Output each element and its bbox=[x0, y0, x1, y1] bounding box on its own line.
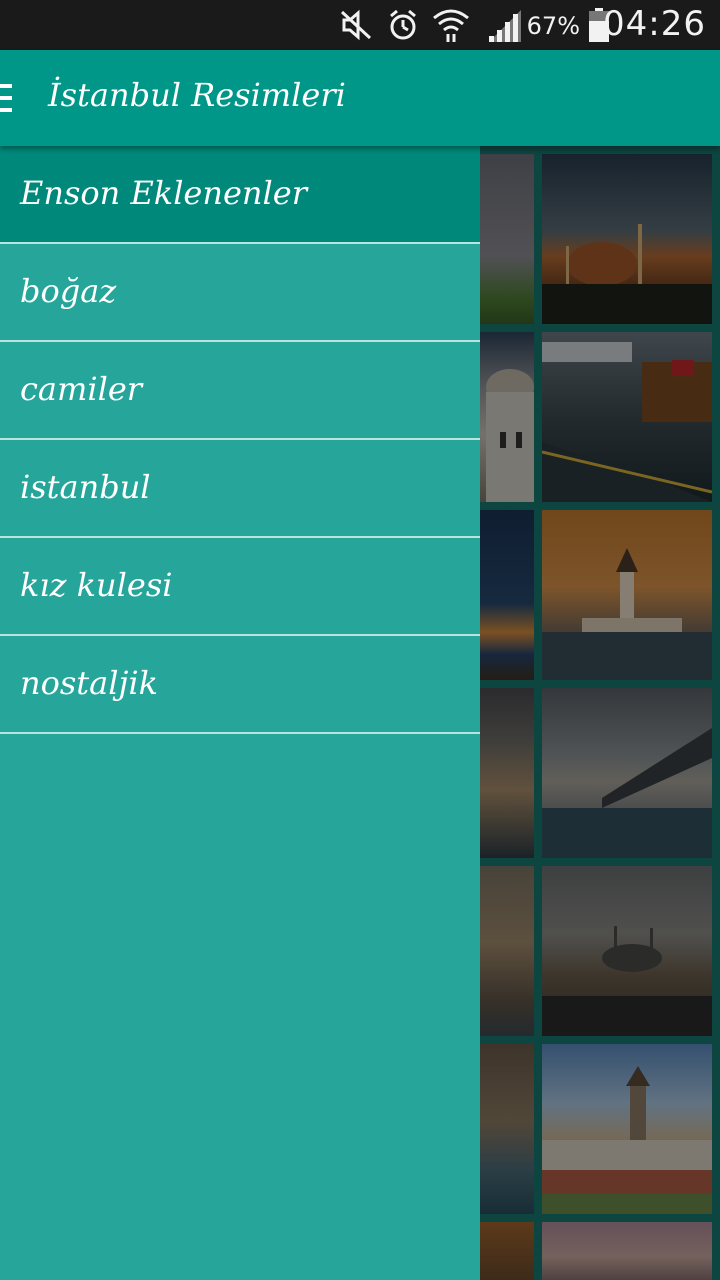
photo-thumbnail[interactable] bbox=[542, 154, 712, 324]
alarm-icon bbox=[390, 9, 416, 40]
drawer-item-label: kız kulesi bbox=[20, 566, 173, 604]
photo-thumbnail[interactable] bbox=[480, 866, 534, 1036]
drawer-item-label: Enson Eklenenler bbox=[20, 174, 307, 212]
mute-icon bbox=[340, 9, 372, 41]
photo-grid bbox=[480, 146, 720, 1280]
hamburger-menu-icon[interactable] bbox=[0, 82, 12, 114]
photo-thumbnail[interactable] bbox=[542, 1222, 712, 1280]
drawer-item-kiz-kulesi[interactable]: kız kulesi bbox=[0, 538, 480, 636]
photo-thumbnail[interactable] bbox=[480, 154, 534, 324]
battery-percent: 67% bbox=[526, 12, 580, 40]
drawer-item-nostaljik[interactable]: nostaljik bbox=[0, 636, 480, 734]
drawer-item-label: nostaljik bbox=[20, 664, 159, 702]
drawer-item-bogaz[interactable]: boğaz bbox=[0, 244, 480, 342]
app-title: İstanbul Resimleri bbox=[48, 76, 346, 114]
photo-thumbnail[interactable] bbox=[480, 332, 534, 502]
photo-thumbnail[interactable] bbox=[480, 1222, 534, 1280]
drawer-item-label: istanbul bbox=[20, 468, 151, 506]
drawer-item-enson-eklenenler[interactable]: Enson Eklenenler bbox=[0, 146, 480, 244]
photo-thumbnail[interactable] bbox=[542, 866, 712, 1036]
clock: 04:26 bbox=[603, 4, 706, 44]
photo-thumbnail[interactable] bbox=[480, 688, 534, 858]
status-bar: 67% 04:26 bbox=[0, 0, 720, 50]
drawer-item-label: camiler bbox=[20, 370, 143, 408]
drawer-item-label: boğaz bbox=[20, 272, 117, 310]
photo-thumbnail[interactable] bbox=[542, 1044, 712, 1214]
photo-thumbnail[interactable] bbox=[480, 1044, 534, 1214]
photo-thumbnail[interactable] bbox=[542, 510, 712, 680]
app-bar: İstanbul Resimleri bbox=[0, 50, 720, 146]
drawer-item-camiler[interactable]: camiler bbox=[0, 342, 480, 440]
signal-icon bbox=[489, 10, 521, 42]
app-screen: 67% 04:26 İstanbul Resimleri Enson Eklen… bbox=[0, 0, 720, 1280]
wifi-icon bbox=[433, 9, 469, 42]
photo-thumbnail[interactable] bbox=[542, 332, 712, 502]
photo-thumbnail[interactable] bbox=[542, 688, 712, 858]
photo-thumbnail[interactable] bbox=[480, 510, 534, 680]
navigation-drawer: Enson Eklenenler boğaz camiler istanbul … bbox=[0, 146, 480, 1280]
drawer-item-istanbul[interactable]: istanbul bbox=[0, 440, 480, 538]
